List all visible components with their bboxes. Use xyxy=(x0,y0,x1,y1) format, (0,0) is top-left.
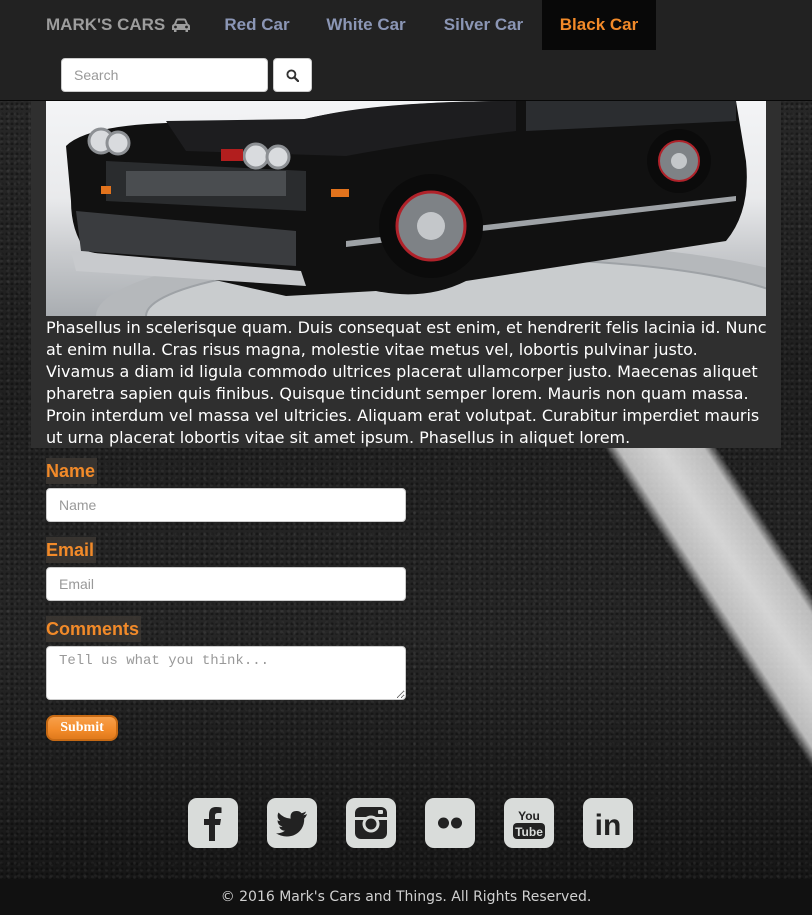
flickr-link[interactable] xyxy=(425,798,475,848)
twitter-icon xyxy=(276,811,307,837)
flickr-icon xyxy=(438,817,462,829)
youtube-text-bottom: Tube xyxy=(515,825,543,839)
submit-button[interactable]: Submit xyxy=(46,715,118,741)
youtube-link[interactable]: You Tube xyxy=(504,798,554,848)
search-input[interactable] xyxy=(61,58,268,92)
search-button[interactable] xyxy=(273,58,312,92)
email-label: Email xyxy=(46,537,97,563)
copyright-text: © 2016 Mark's Cars and Things. All Right… xyxy=(220,889,592,905)
brand[interactable]: MARK'S CARS xyxy=(46,0,191,50)
instagram-icon xyxy=(355,807,387,839)
twitter-link[interactable] xyxy=(267,798,317,848)
footer: © 2016 Mark's Cars and Things. All Right… xyxy=(0,879,812,915)
name-label: Name xyxy=(46,458,98,484)
instagram-link[interactable] xyxy=(346,798,396,848)
linkedin-icon: in xyxy=(595,809,622,842)
email-field[interactable] xyxy=(46,567,406,601)
car-icon xyxy=(171,17,191,33)
nav-link-white-car[interactable]: White Car xyxy=(307,0,425,50)
facebook-link[interactable] xyxy=(188,798,238,848)
linkedin-text: in xyxy=(595,809,622,842)
nav-link-black-car[interactable]: Black Car xyxy=(542,0,656,50)
nav-link-red-car[interactable]: Red Car xyxy=(207,0,307,50)
nav-link-silver-car[interactable]: Silver Car xyxy=(425,0,542,50)
brand-label: MARK'S CARS xyxy=(46,15,166,34)
navbar: MARK'S CARS Red Car White Car Silver Car… xyxy=(0,0,812,101)
black-car-photo xyxy=(46,101,766,316)
youtube-text-top: You xyxy=(518,809,540,823)
comments-field[interactable] xyxy=(46,646,406,700)
car-description: Phasellus in scelerisque quam. Duis cons… xyxy=(46,318,767,447)
search-icon xyxy=(286,68,299,82)
youtube-icon: You Tube xyxy=(513,809,545,839)
facebook-icon xyxy=(204,807,222,841)
name-field[interactable] xyxy=(46,488,406,522)
comments-label: Comments xyxy=(46,616,142,642)
linkedin-link[interactable]: in xyxy=(583,798,633,848)
